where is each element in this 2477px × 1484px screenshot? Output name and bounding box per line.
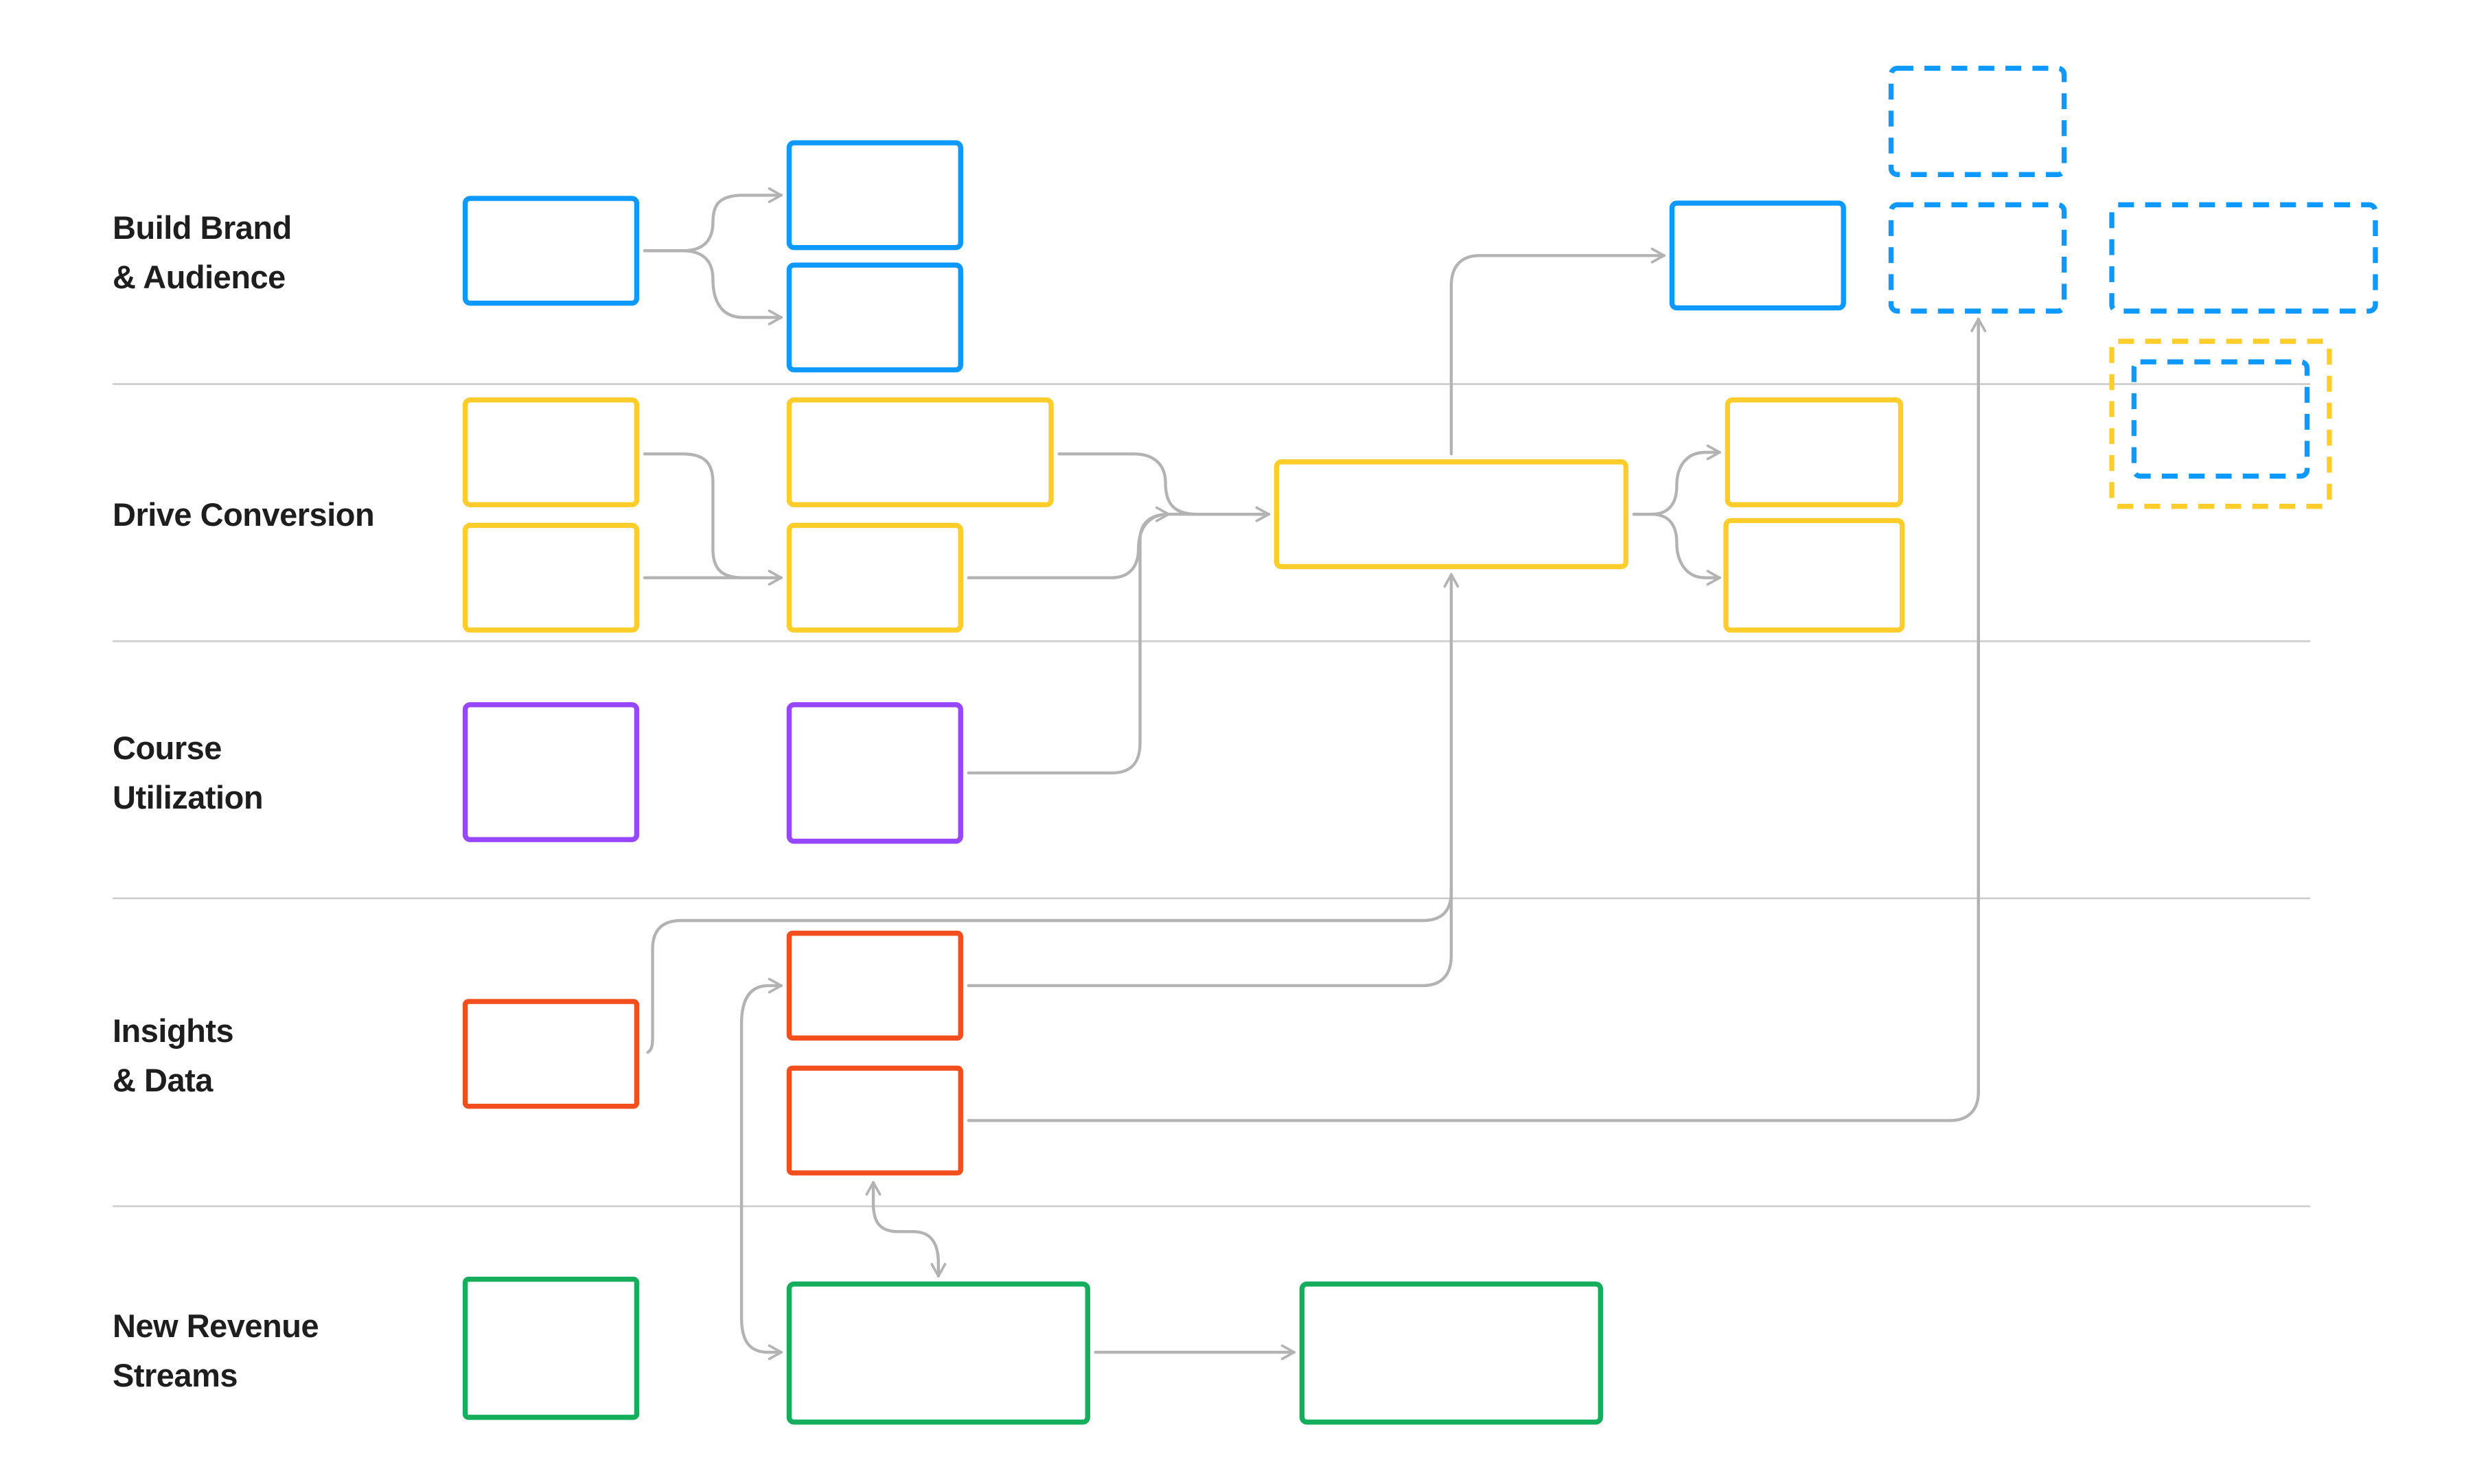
connector-brand-1-to-brand-2 [643, 187, 783, 253]
connector-conv-3-to-hub [1057, 452, 1271, 522]
node-conv-3[interactable] [786, 397, 1054, 508]
connector-conv-4-to-hub [967, 506, 1271, 579]
node-brand-2[interactable] [786, 140, 963, 251]
connector-insights-2-to-hub [967, 887, 1453, 988]
node-revenue-2[interactable] [786, 1281, 1090, 1425]
node-brand-1[interactable] [462, 196, 640, 306]
node-conv-6[interactable] [1723, 518, 1905, 633]
connector-hub-to-brand-4 [1449, 247, 1666, 456]
connector-hub-to-conv-5 [1632, 444, 1721, 516]
node-insights-3[interactable] [786, 1065, 963, 1176]
node-insights-2[interactable] [786, 930, 963, 1041]
node-brand-future-2[interactable] [1888, 202, 2067, 314]
connector-insights-3-revenue-2-bidirectional [865, 1181, 947, 1278]
node-conv-1[interactable] [462, 397, 640, 508]
connector-insights-1-to-hub [646, 572, 1460, 1054]
node-course-2[interactable] [786, 702, 963, 844]
node-brand-future-3[interactable] [2109, 202, 2378, 314]
node-brand-3[interactable] [786, 262, 963, 373]
connector-hub-to-conv-6 [1632, 512, 1721, 586]
node-conv-4[interactable] [786, 522, 963, 633]
node-brand-future-1[interactable] [1888, 65, 2067, 178]
connector-brand-1-to-brand-3 [643, 249, 783, 325]
connector-course-2-to-hub [967, 506, 1171, 775]
connector-insights-2-revenue-2-bidirectional [739, 977, 783, 1360]
node-shared-future-outer[interactable] [2109, 338, 2332, 509]
connector-conv-1-to-conv-4 [643, 452, 783, 586]
node-course-1[interactable] [462, 702, 640, 842]
node-conv-2[interactable] [462, 522, 640, 633]
flow-diagram [113, 65, 2378, 1425]
node-conv-hub[interactable] [1274, 459, 1629, 570]
node-conv-5[interactable] [1725, 397, 1904, 508]
node-brand-4[interactable] [1669, 200, 1846, 311]
node-revenue-1[interactable] [462, 1277, 640, 1420]
node-shared-future-inner[interactable] [2131, 359, 2310, 479]
diagram-canvas: Build Brand & Audience Drive Conversion … [0, 0, 2477, 1484]
node-insights-1[interactable] [462, 999, 640, 1109]
node-revenue-3[interactable] [1299, 1281, 1604, 1425]
